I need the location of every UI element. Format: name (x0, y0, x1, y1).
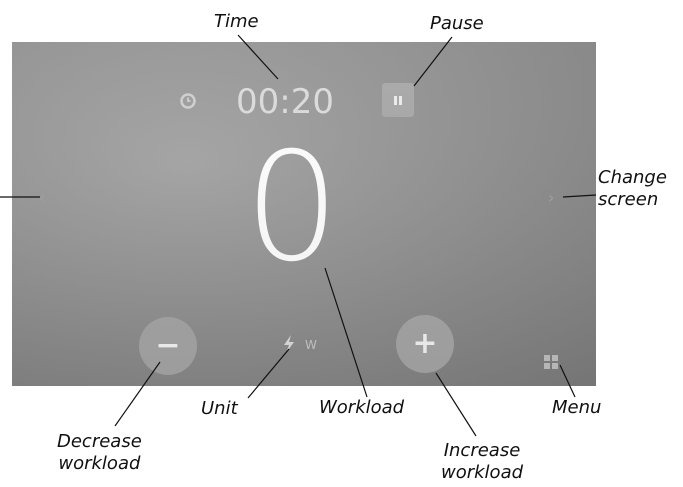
callout-increase-workload: Increase workload (441, 440, 523, 484)
decrease-workload-button[interactable]: − (139, 317, 197, 375)
callout-unit: Unit (201, 398, 238, 419)
plus-icon: + (412, 326, 438, 361)
callout-menu: Menu (552, 397, 602, 418)
callout-change-screen-line2: screen (598, 189, 659, 210)
callout-decrease-line1: Decrease (57, 431, 142, 452)
bolt-icon (284, 335, 294, 353)
clock-icon (180, 93, 196, 109)
unit-label: W (305, 338, 317, 352)
pause-button[interactable] (382, 83, 414, 117)
callout-decrease-line2: workload (58, 453, 141, 474)
menu-icon (544, 355, 550, 361)
callout-pause: Pause (430, 13, 484, 34)
minus-icon: − (155, 328, 181, 363)
previous-screen-arrow[interactable]: ‹ (39, 188, 45, 208)
callout-change-screen: Change screen (598, 167, 667, 211)
menu-button[interactable] (544, 355, 558, 369)
workload-value: 0 (244, 121, 340, 295)
callout-time: Time (214, 11, 259, 32)
callout-increase-line2: workload (441, 462, 524, 483)
device-screen: 00:20 ‹ › 0 − W + (12, 42, 596, 386)
callout-increase-line1: Increase (443, 440, 521, 461)
next-screen-arrow[interactable]: › (548, 188, 554, 208)
pause-icon (394, 95, 402, 105)
callout-decrease-workload: Decrease workload (57, 431, 142, 475)
callout-change-screen-line1: Change (598, 167, 667, 188)
callout-workload: Workload (319, 397, 405, 418)
increase-workload-button[interactable]: + (396, 315, 454, 373)
